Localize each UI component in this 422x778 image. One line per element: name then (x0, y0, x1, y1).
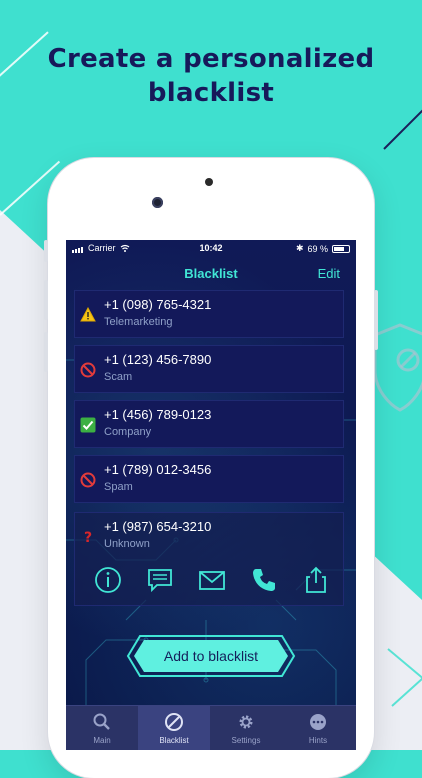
phone-number: +1 (789) 012-3456 (104, 462, 212, 477)
headline: Create a personalized blacklist (47, 44, 375, 108)
list-item[interactable]: +1 (123) 456-7890 Scam (74, 345, 344, 393)
message-icon[interactable] (145, 565, 175, 595)
category-label: Unknown (104, 538, 150, 550)
category-label: Telemarketing (104, 316, 173, 328)
tab-label: Blacklist (159, 736, 189, 745)
category-label: Company (104, 426, 152, 438)
blocked-icon (165, 713, 183, 731)
add-button-label: Add to blacklist (163, 648, 259, 664)
search-icon (93, 713, 110, 730)
phone-number: +1 (123) 456-7890 (104, 352, 212, 367)
bluetooth-icon: ✱ (295, 243, 304, 253)
tab-hints[interactable]: Hints (282, 706, 354, 750)
tab-bar: Main Blacklist Settings Hints (66, 705, 356, 750)
status-bar: Carrier 10:42 ✱ 69 % (66, 240, 356, 258)
check-icon (80, 417, 96, 433)
phone-number: +1 (456) 789-0123 (104, 407, 212, 422)
tab-label: Main (93, 736, 111, 745)
nav-bar: Blacklist Edit (66, 262, 356, 286)
phone-camera (152, 197, 163, 208)
tab-settings[interactable]: Settings (210, 706, 282, 750)
phone-side-button (374, 290, 378, 350)
row-actions (75, 565, 345, 595)
list-item[interactable]: +1 (098) 765-4321 Telemarketing (74, 290, 344, 338)
decor-line (383, 105, 422, 150)
more-icon (310, 714, 326, 730)
phone-side-button (44, 240, 48, 262)
expanded-list-item[interactable]: ? +1 (987) 654-3210 Unknown (74, 512, 344, 606)
tab-label: Hints (308, 736, 328, 745)
blocked-icon (80, 362, 96, 378)
edit-button[interactable]: Edit (318, 266, 340, 281)
phone-speaker (205, 178, 213, 186)
battery-icon (332, 244, 350, 253)
phone-number: +1 (987) 654-3210 (104, 519, 212, 534)
app-screen: Carrier 10:42 ✱ 69 % Blacklist Edit +1 (… (66, 240, 356, 750)
call-icon[interactable] (249, 565, 279, 595)
mail-icon[interactable] (197, 565, 227, 595)
list-item[interactable]: +1 (789) 012-3456 Spam (74, 455, 344, 503)
category-label: Scam (104, 371, 133, 383)
share-icon[interactable] (301, 565, 331, 595)
tab-label: Settings (231, 736, 261, 745)
info-icon[interactable] (93, 565, 123, 595)
blocked-icon (80, 472, 96, 488)
phone-side-button (44, 332, 48, 372)
question-icon: ? (84, 530, 92, 545)
phone-number: +1 (098) 765-4321 (104, 297, 212, 312)
warning-icon (80, 307, 96, 322)
nav-title: Blacklist (184, 266, 238, 281)
tab-blacklist[interactable]: Blacklist (138, 706, 210, 750)
add-to-blacklist-button[interactable]: Add to blacklist (126, 634, 296, 678)
gear-icon (239, 715, 253, 729)
category-label: Spam (104, 481, 133, 493)
phone-side-button (44, 280, 48, 320)
battery-percent: 69 % (307, 243, 328, 254)
list-item[interactable]: +1 (456) 789-0123 Company (74, 400, 344, 448)
svg-text:?: ? (84, 530, 92, 545)
tab-main[interactable]: Main (66, 706, 138, 750)
